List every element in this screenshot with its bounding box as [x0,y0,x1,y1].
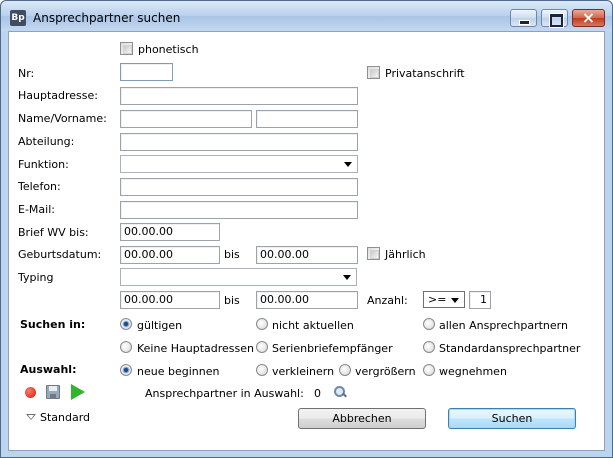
geburtsdatum-bis-label: bis [224,248,240,261]
auswahl-wegnehmen-radio[interactable] [423,364,435,376]
email-label: E-Mail: [18,203,55,216]
dialog-window: Bp Ansprechpartner suchen phonetisch Nr:… [0,0,613,458]
auswahl-label: Auswahl: [20,363,77,376]
name-input[interactable] [120,110,252,128]
dialog-client-area: phonetisch Nr: Privatanschrift Hauptadre… [8,31,605,451]
save-icon[interactable] [46,385,60,399]
auswahl-verkleinern-label: verkleinern [272,365,335,378]
suchen-in-allen-label: allen Ansprechpartnern [439,319,568,332]
chevron-down-icon[interactable] [26,414,36,420]
play-icon[interactable] [71,384,85,400]
search-icon[interactable] [334,386,346,398]
auswahl-verkleinern-radio[interactable] [256,364,268,376]
jaehrlich-checkbox[interactable] [367,247,380,260]
geburtsdatum-to-input[interactable]: 00.00.00 [256,246,358,264]
anzahl-operator-select[interactable]: >= [423,291,465,308]
chevron-down-icon [451,298,459,303]
typing-bis-label: bis [224,294,240,307]
chevron-down-icon [343,275,351,280]
abteilung-label: Abteilung: [18,135,75,148]
typing-label: Typing [18,271,54,284]
suchen-in-gueltigen-label: gültigen [137,319,183,332]
vorname-input[interactable] [256,110,358,128]
phonetisch-label: phonetisch [138,43,199,56]
minimize-button[interactable] [510,9,537,27]
anzahl-input[interactable]: 1 [469,291,491,309]
typing-select[interactable] [120,268,357,286]
jaehrlich-label: Jährlich [385,248,426,261]
close-button[interactable] [572,8,605,27]
auswahl-count-label: Ansprechpartner in Auswahl: [145,387,304,400]
typing-from-input[interactable]: 00.00.00 [120,291,220,309]
name-vorname-label: Name/Vorname: [18,112,107,125]
privatanschrift-label: Privatanschrift [385,67,465,80]
phonetisch-checkbox[interactable] [120,42,133,55]
geburtsdatum-from-input[interactable]: 00.00.00 [120,246,220,264]
suchen-in-standard-radio[interactable] [423,341,435,353]
nr-label: Nr: [18,67,35,80]
suchen-in-serienbriefempfaenger-label: Serienbriefempfänger [272,342,393,355]
funktion-select[interactable] [120,155,358,173]
brief-wv-label: Brief WV bis: [18,226,89,239]
anzahl-label: Anzahl: [367,294,408,307]
anzahl-operator-value: >= [428,293,447,306]
window-title: Ansprechpartner suchen [33,11,181,25]
suchen-in-nicht-aktuellen-radio[interactable] [256,318,268,330]
auswahl-neue-beginnen-radio[interactable] [120,364,132,376]
auswahl-neue-beginnen-label: neue beginnen [137,365,220,378]
email-input[interactable] [120,201,358,219]
cancel-button[interactable]: Abbrechen [298,408,426,429]
search-button[interactable]: Suchen [448,408,576,429]
abteilung-input[interactable] [120,133,358,151]
suchen-in-keine-hauptadressen-radio[interactable] [120,341,132,353]
suchen-in-allen-radio[interactable] [423,318,435,330]
suchen-in-standard-label: Standardansprechpartner [439,342,581,355]
telefon-input[interactable] [120,178,358,196]
suchen-in-nicht-aktuellen-label: nicht aktuellen [272,319,354,332]
hauptadresse-input[interactable] [120,87,358,105]
suchen-in-gueltigen-radio[interactable] [120,318,132,330]
auswahl-vergroessern-radio[interactable] [339,364,351,376]
auswahl-wegnehmen-label: wegnehmen [439,365,507,378]
funktion-label: Funktion: [18,158,69,171]
brief-wv-input[interactable]: 00.00.00 [120,223,220,241]
app-icon: Bp [10,10,26,26]
nr-input[interactable] [120,63,173,81]
record-icon[interactable] [25,387,36,398]
suchen-in-label: Suchen in: [20,318,86,331]
typing-to-input[interactable]: 00.00.00 [256,291,358,309]
hauptadresse-label: Hauptadresse: [18,89,98,102]
suchen-in-keine-hauptadressen-label: Keine Hauptadressen [137,342,254,355]
standard-label[interactable]: Standard [40,411,90,424]
telefon-label: Telefon: [18,180,61,193]
auswahl-vergroessern-label: vergrößern [355,365,416,378]
geburtsdatum-label: Geburtsdatum: [18,248,102,261]
auswahl-count-value: 0 [314,387,321,400]
maximize-button[interactable] [541,9,568,28]
title-bar[interactable]: Bp Ansprechpartner suchen [1,1,612,31]
privatanschrift-checkbox[interactable] [367,66,380,79]
chevron-down-icon [344,162,352,167]
suchen-in-serienbriefempfaenger-radio[interactable] [256,341,268,353]
